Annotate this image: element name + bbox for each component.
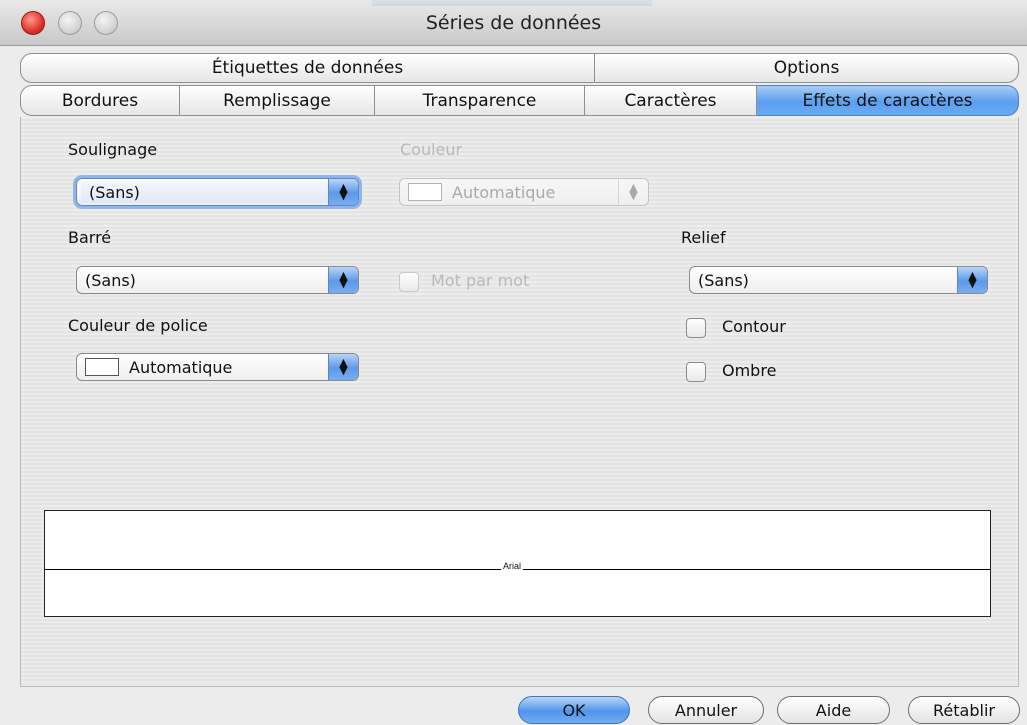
title-bar: Séries de données [0, 0, 1027, 46]
tab-transparency[interactable]: Transparence [375, 85, 585, 116]
chevron-updown-icon: ▲ ▼ [328, 179, 358, 205]
word-by-word-checkbox[interactable] [399, 272, 419, 292]
preview-sample-text: Arial [501, 561, 524, 571]
underline-select[interactable]: (Sans) ▲ ▼ [76, 178, 359, 206]
chevron-updown-icon: ▲ ▼ [957, 267, 987, 293]
relief-select-value: (Sans) [698, 270, 749, 290]
cancel-button[interactable]: Annuler [648, 696, 764, 724]
reset-button[interactable]: Rétablir [908, 696, 1020, 724]
underline-select-value: (Sans) [81, 181, 328, 203]
relief-select[interactable]: (Sans) ▲ ▼ [689, 266, 988, 294]
font-color-select[interactable]: Automatique ▲ ▼ [76, 353, 359, 381]
underline-color-select[interactable]: Automatique ▲ ▼ [399, 178, 649, 206]
tab-options[interactable]: Options [595, 53, 1019, 83]
tab-character-effects[interactable]: Effets de caractères [757, 85, 1019, 116]
chevron-updown-icon: ▲ ▼ [328, 267, 358, 293]
tabs-row-1: Étiquettes de données Options [20, 53, 1019, 83]
outline-label: Contour [722, 317, 786, 336]
tab-data-labels[interactable]: Étiquettes de données [20, 53, 595, 83]
underline-color-label: Couleur [400, 140, 463, 159]
window-title: Séries de données [425, 12, 602, 34]
font-color-label: Couleur de police [68, 316, 208, 335]
strike-select[interactable]: (Sans) ▲ ▼ [76, 266, 359, 294]
tab-characters[interactable]: Caractères [585, 85, 757, 116]
chevron-updown-icon: ▲ ▼ [328, 354, 358, 380]
help-button[interactable]: Aide [777, 696, 890, 724]
preview-box: Arial [44, 510, 991, 617]
word-by-word-label: Mot par mot [431, 271, 530, 290]
color-swatch [85, 358, 119, 376]
title-bar-stripe [372, 0, 652, 6]
strike-label: Barré [68, 228, 112, 247]
relief-label: Relief [681, 228, 726, 247]
tab-fill[interactable]: Remplissage [180, 85, 375, 116]
tab-borders[interactable]: Bordures [20, 85, 180, 116]
underline-color-value: Automatique [452, 182, 556, 202]
ok-button[interactable]: OK [518, 696, 630, 724]
font-color-value: Automatique [129, 357, 233, 377]
strike-select-value: (Sans) [85, 270, 136, 290]
outline-checkbox[interactable] [686, 318, 706, 338]
shadow-label: Ombre [722, 361, 777, 380]
tabs-row-2: Bordures Remplissage Transparence Caract… [20, 85, 1019, 116]
shadow-checkbox[interactable] [686, 362, 706, 382]
chevron-updown-icon: ▲ ▼ [618, 179, 648, 205]
underline-label: Soulignage [68, 140, 158, 159]
color-swatch [408, 183, 442, 201]
